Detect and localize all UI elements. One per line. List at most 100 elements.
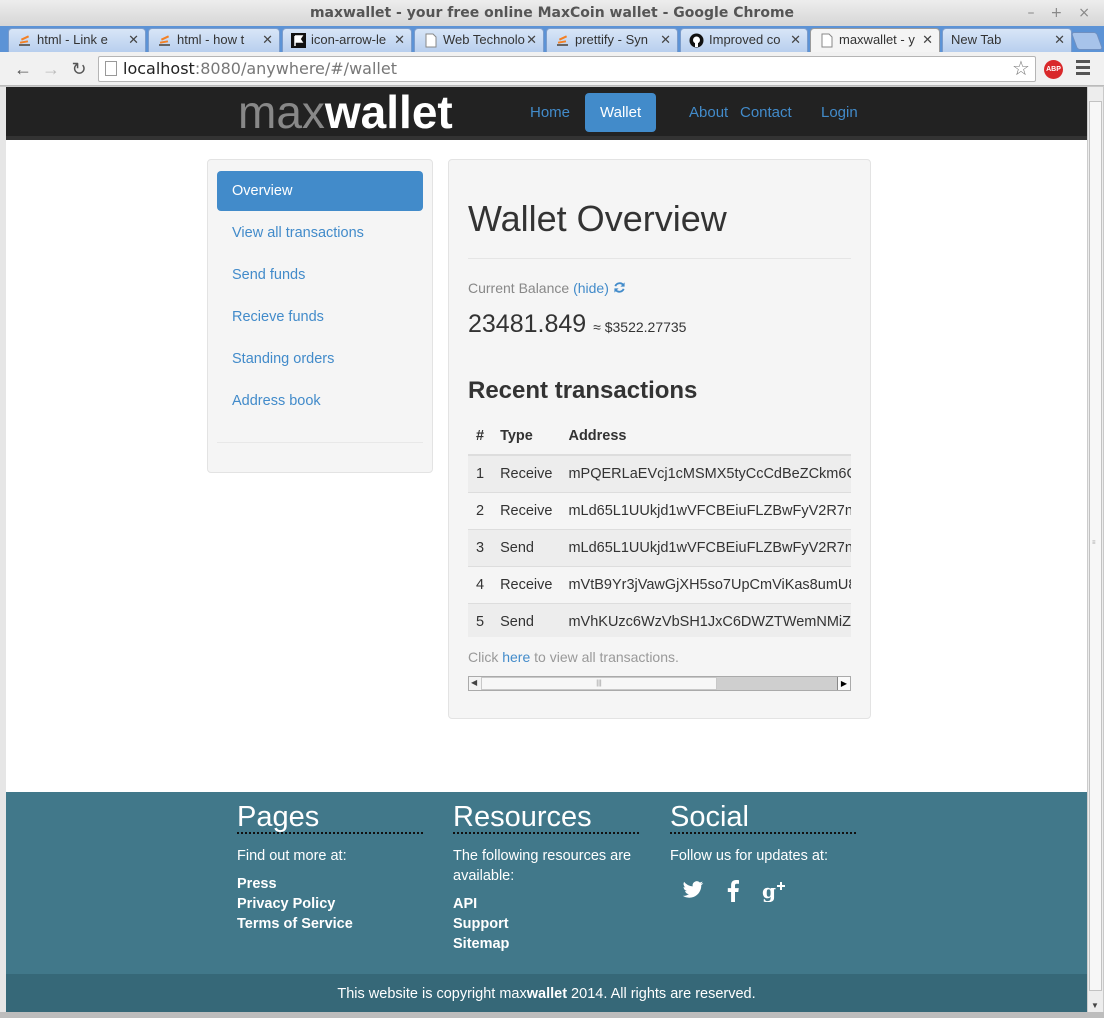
maximize-button[interactable]: + bbox=[1051, 0, 1063, 26]
browser-toolbar: ← → ↻ localhost:8080/anywhere/#/wallet ☆… bbox=[0, 52, 1104, 86]
hide-balance-link[interactable]: (hide) bbox=[573, 280, 609, 296]
sidebar-item-address-book[interactable]: Address book bbox=[217, 381, 423, 421]
tab-label: prettify - Syn bbox=[575, 32, 648, 47]
tab-strip: html - Link e ✕ html - how t ✕ icon-arro… bbox=[0, 26, 1104, 53]
address-bar[interactable]: localhost:8080/anywhere/#/wallet bbox=[98, 56, 1036, 82]
close-icon[interactable]: ✕ bbox=[526, 29, 537, 51]
tab-label: html - how t bbox=[177, 32, 245, 47]
minimize-button[interactable]: – bbox=[1028, 0, 1035, 26]
close-window-button[interactable]: × bbox=[1078, 0, 1090, 26]
close-icon[interactable]: ✕ bbox=[790, 29, 801, 51]
scroll-right-arrow-icon[interactable]: ▶ bbox=[837, 677, 850, 690]
browser-tab[interactable]: html - how t ✕ bbox=[148, 28, 280, 52]
footer-resources: Resources The following resources are av… bbox=[453, 792, 639, 954]
nav-login[interactable]: Login bbox=[806, 93, 873, 132]
table-row[interactable]: 1 Receive mPQERLaEVcj1cMSMX5tyCcCdBeZCkm… bbox=[468, 454, 851, 492]
scrollbar-thumb[interactable]: ||| bbox=[481, 677, 717, 690]
window-titlebar: maxwallet - your free online MaxCoin wal… bbox=[0, 0, 1104, 26]
site-navbar: maxwallet Home Wallet About Contact Logi… bbox=[6, 87, 1087, 140]
sidebar-item-overview[interactable]: Overview bbox=[217, 171, 423, 211]
transactions-table-wrapper: # Type Address 1 Receive mPQERLaEVcj1cMS… bbox=[468, 417, 851, 637]
menu-icon[interactable] bbox=[1076, 60, 1090, 78]
footer-social-title: Social bbox=[670, 792, 856, 834]
nav-wallet[interactable]: Wallet bbox=[585, 93, 657, 132]
table-row[interactable]: 3 Send mLd65L1UUkjd1wVFCBEiuFLZBwFyV2R7n… bbox=[468, 528, 851, 566]
tab-label: Web Technolo bbox=[443, 32, 525, 47]
nav-contact[interactable]: Contact bbox=[725, 93, 807, 132]
close-icon[interactable]: ✕ bbox=[394, 29, 405, 51]
facebook-icon[interactable] bbox=[726, 880, 740, 902]
close-icon[interactable]: ✕ bbox=[922, 29, 933, 51]
footer-link-privacy[interactable]: Privacy Policy bbox=[237, 894, 423, 914]
new-tab-button[interactable] bbox=[1070, 32, 1104, 50]
site-footer: Pages Find out more at: Press Privacy Po… bbox=[6, 792, 1087, 974]
footer-link-terms[interactable]: Terms of Service bbox=[237, 914, 423, 934]
footer-link-press[interactable]: Press bbox=[237, 874, 423, 894]
svg-text:g: g bbox=[762, 880, 776, 902]
view-all-link[interactable]: here bbox=[502, 649, 530, 665]
scrollbar-track[interactable] bbox=[717, 677, 838, 690]
close-icon[interactable]: ✕ bbox=[262, 29, 273, 51]
footer-resources-title: Resources bbox=[453, 792, 639, 834]
footer-link-support[interactable]: Support bbox=[453, 914, 639, 934]
adblock-icon[interactable]: ABP bbox=[1044, 60, 1063, 79]
tx-type: Receive bbox=[492, 491, 561, 529]
browser-tab[interactable]: Improved co ✕ bbox=[680, 28, 808, 52]
table-row[interactable]: 2 Receive mLd65L1UUkjd1wVFCBEiuFLZBwFyV2… bbox=[468, 491, 851, 529]
google-plus-icon[interactable]: g bbox=[762, 880, 786, 902]
sidebar-item-send-funds[interactable]: Send funds bbox=[217, 255, 423, 295]
title-divider bbox=[468, 258, 851, 259]
page-vertical-scrollbar[interactable]: ≡ ▼ bbox=[1087, 87, 1103, 1012]
scroll-down-arrow-icon[interactable]: ▼ bbox=[1091, 1001, 1099, 1010]
browser-tab[interactable]: html - Link e ✕ bbox=[8, 28, 146, 52]
tx-address: mVtB9Yr3jVawGjXH5so7UpCmViKas8umU8 bbox=[560, 565, 851, 603]
sidebar-item-standing-orders[interactable]: Standing orders bbox=[217, 339, 423, 379]
tx-address: mPQERLaEVcj1cMSMX5tyCcCdBeZCkm6GE bbox=[560, 454, 851, 492]
browser-tab[interactable]: prettify - Syn ✕ bbox=[546, 28, 678, 52]
browser-tab-active[interactable]: maxwallet - y ✕ bbox=[810, 28, 940, 53]
browser-tab[interactable]: icon-arrow-le ✕ bbox=[282, 28, 412, 52]
nav-home[interactable]: Home bbox=[515, 93, 585, 132]
footer-pages: Pages Find out more at: Press Privacy Po… bbox=[237, 792, 423, 934]
table-row[interactable]: 5 Send mVhKUzc6WzVbSH1JxC6DWZTWemNMiZY bbox=[468, 602, 851, 637]
tx-number: 2 bbox=[468, 491, 493, 529]
balance-label-row: Current Balance (hide) bbox=[468, 280, 626, 296]
refresh-icon[interactable] bbox=[613, 281, 626, 294]
wallet-sidebar: Overview View all transactions Send fund… bbox=[207, 159, 433, 473]
star-icon[interactable]: ☆ bbox=[1012, 58, 1030, 80]
footer-resources-intro: The following resources are available: bbox=[453, 848, 632, 884]
sidebar-item-view-transactions[interactable]: View all transactions bbox=[217, 213, 423, 253]
github-icon bbox=[689, 33, 704, 48]
browser-tab[interactable]: New Tab ✕ bbox=[942, 28, 1072, 52]
table-horizontal-scrollbar[interactable]: ◀ ||| ▶ bbox=[468, 676, 851, 691]
tx-number: 1 bbox=[468, 454, 493, 492]
tx-number: 3 bbox=[468, 528, 493, 566]
back-arrow-icon[interactable]: ← bbox=[12, 58, 34, 80]
page-icon bbox=[821, 33, 833, 48]
twitter-icon[interactable] bbox=[682, 880, 704, 900]
scrollbar-thumb[interactable] bbox=[1089, 101, 1102, 991]
table-header-row: # Type Address bbox=[468, 417, 851, 456]
forward-arrow-icon[interactable]: → bbox=[40, 58, 62, 80]
footer-link-api[interactable]: API bbox=[453, 894, 639, 914]
balance-label: Current Balance bbox=[468, 280, 570, 296]
url-path: :8080/anywhere/#/wallet bbox=[194, 59, 397, 78]
close-icon[interactable]: ✕ bbox=[1054, 29, 1065, 51]
browser-tab[interactable]: Web Technolo ✕ bbox=[414, 28, 544, 52]
page-icon bbox=[105, 61, 117, 76]
tx-address: mLd65L1UUkjd1wVFCBEiuFLZBwFyV2R7np bbox=[560, 491, 851, 529]
tx-type: Receive bbox=[492, 565, 561, 603]
tab-label: Improved co bbox=[709, 32, 781, 47]
view-all-hint: Click here to view all transactions. bbox=[468, 649, 679, 665]
sidebar-item-recieve-funds[interactable]: Recieve funds bbox=[217, 297, 423, 337]
close-icon[interactable]: ✕ bbox=[128, 29, 139, 51]
wallet-overview-panel: Wallet Overview Current Balance (hide) 2… bbox=[448, 159, 871, 719]
stack-overflow-icon bbox=[19, 35, 30, 46]
table-row[interactable]: 4 Receive mVtB9Yr3jVawGjXH5so7UpCmViKas8… bbox=[468, 565, 851, 603]
column-header-number: # bbox=[468, 417, 493, 456]
brand-logo[interactable]: maxwallet bbox=[238, 87, 453, 137]
footer-link-sitemap[interactable]: Sitemap bbox=[453, 934, 639, 954]
reload-icon[interactable]: ↻ bbox=[68, 58, 90, 80]
close-icon[interactable]: ✕ bbox=[660, 29, 671, 51]
scroll-left-arrow-icon[interactable]: ◀ bbox=[471, 678, 477, 687]
